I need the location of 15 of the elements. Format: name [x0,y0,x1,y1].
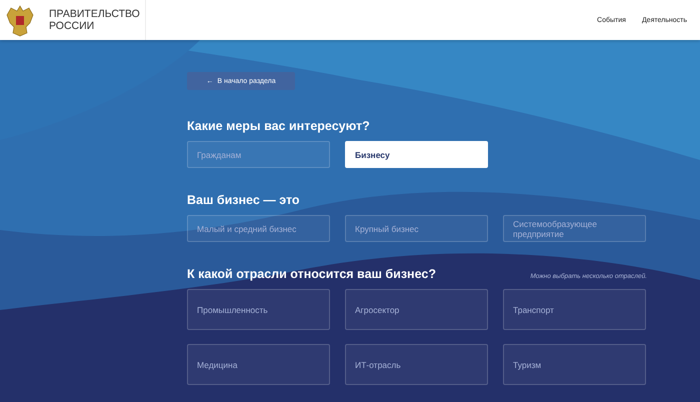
option-button[interactable]: Малый и средний бизнес [187,215,330,242]
option-button[interactable]: Системообразующее предприятие [503,215,646,242]
option-button[interactable]: Туризм [503,344,646,385]
option-button[interactable]: Агросектор [345,289,488,330]
option-button[interactable]: Крупный бизнес [345,215,488,242]
option-button[interactable]: Бизнесу [345,141,488,168]
emblem-icon [5,3,35,37]
option-button[interactable]: Промышленность [187,289,330,330]
option-button[interactable]: Транспорт [503,289,646,330]
site-title: ПРАВИТЕЛЬСТВО РОССИИ [49,8,140,32]
option-button[interactable]: ИТ-отрасль [345,344,488,385]
section-title: К какой отрасли относится ваш бизнес? [187,267,436,281]
section-title: Какие меры вас интересуют? [187,119,370,133]
section-title: Ваш бизнес — это [187,193,300,207]
option-button[interactable]: Медицина [187,344,330,385]
